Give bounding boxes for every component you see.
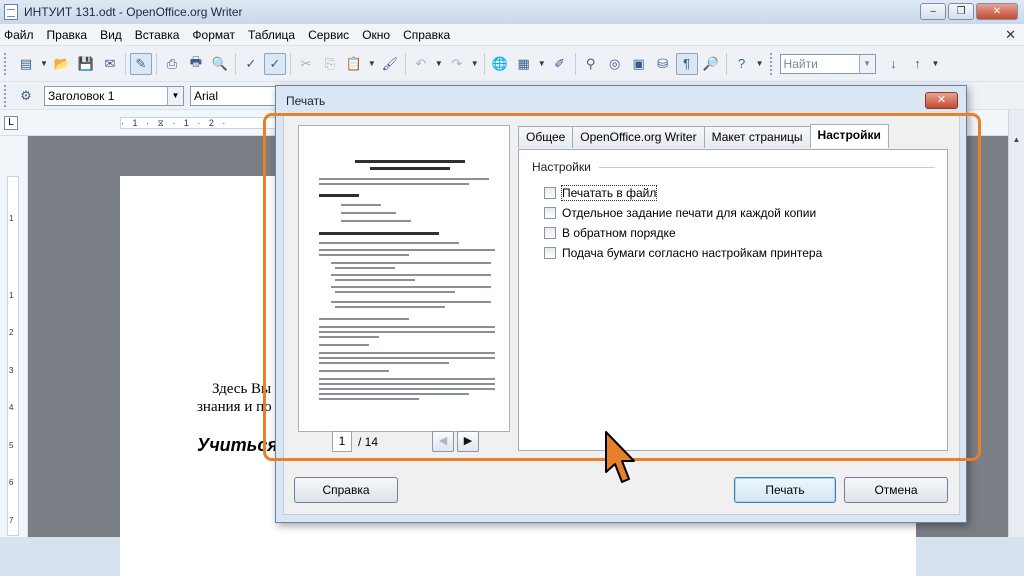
find-previous-icon[interactable]: ↑: [907, 53, 929, 75]
toolbar-separator: [574, 52, 576, 75]
undo-icon[interactable]: ↶: [410, 53, 432, 75]
print-preview-icon[interactable]: 🔍: [209, 53, 231, 75]
menu-edit[interactable]: Правка: [47, 28, 88, 42]
menu-tools[interactable]: Сервис: [308, 28, 349, 42]
chevron-down-icon[interactable]: ▼: [858, 54, 875, 73]
maximize-button[interactable]: ❐: [948, 3, 974, 20]
paste-icon[interactable]: 📋: [343, 53, 365, 75]
menu-insert[interactable]: Вставка: [135, 28, 180, 42]
new-document-icon[interactable]: ▤: [15, 53, 37, 75]
vertical-ruler-number: 1: [9, 291, 14, 300]
toolbar-separator: [483, 52, 485, 75]
tab-settings[interactable]: Настройки: [809, 124, 889, 148]
copy-icon[interactable]: ⎘: [319, 53, 341, 75]
mouse-pointer-icon: [605, 431, 635, 483]
close-button[interactable]: ✕: [976, 3, 1018, 20]
chevron-down-icon[interactable]: ▼: [167, 86, 183, 105]
document-text-line: знания и по: [197, 399, 272, 415]
minimize-button[interactable]: –: [920, 3, 946, 20]
spellcheck-icon[interactable]: ✓: [240, 53, 262, 75]
menu-view[interactable]: Вид: [100, 28, 122, 42]
table-dropdown-arrow[interactable]: ▼: [538, 59, 546, 68]
highlight-frame: [263, 113, 981, 461]
toolbar-separator: [725, 52, 727, 75]
undo-dropdown-arrow[interactable]: ▼: [435, 59, 443, 68]
vertical-scrollbar[interactable]: ▲: [1008, 110, 1024, 537]
toolbar-options-arrow[interactable]: ▼: [756, 59, 764, 68]
paragraph-style-value: Заголовок 1: [48, 88, 115, 103]
new-dropdown-arrow[interactable]: ▼: [40, 59, 48, 68]
zoom-icon[interactable]: 🔎: [700, 53, 722, 75]
vertical-ruler-number: 7: [9, 516, 14, 525]
data-sources-icon[interactable]: ⛁: [652, 53, 674, 75]
find-placeholder: Найти: [783, 56, 818, 71]
toolbar-separator: [234, 52, 236, 75]
dialog-title: Печать: [286, 94, 326, 108]
scroll-up-icon[interactable]: ▲: [1009, 132, 1024, 147]
vertical-ruler: 1 1 2 3 4 5 6 7: [0, 136, 28, 537]
standard-toolbar: ▤ ▼ 📂 💾 ✉ ✎ ⎙ 🖶 🔍 ✓ ✓ ✂ ⎘ 📋 ▼ 🖌 ↶ ▼ ↷ ▼ 🌐 ▦ ▼…: [0, 46, 1024, 82]
save-icon[interactable]: 💾: [75, 53, 97, 75]
tab-type-icon[interactable]: L: [4, 116, 18, 130]
table-icon[interactable]: ▦: [513, 53, 535, 75]
menu-format[interactable]: Формат: [192, 28, 235, 42]
find-next-icon[interactable]: ↓: [883, 53, 905, 75]
font-name-value: Arial: [194, 88, 219, 103]
find-input[interactable]: Найти ▼: [779, 53, 876, 74]
email-icon[interactable]: ✉: [99, 53, 121, 75]
edit-file-icon[interactable]: ✎: [129, 52, 152, 75]
redo-dropdown-arrow[interactable]: ▼: [471, 59, 479, 68]
menu-window[interactable]: Окно: [362, 28, 390, 42]
cancel-button[interactable]: Отмена: [844, 477, 948, 503]
styles-formatting-icon[interactable]: ⚙: [15, 85, 37, 107]
toolbar-grip[interactable]: [4, 52, 10, 75]
toolbar-grip[interactable]: [4, 84, 10, 107]
paragraph-style-select[interactable]: Заголовок 1 ▼: [44, 85, 184, 106]
window-title: ИНТУИТ 131.odt - OpenOffice.org Writer: [24, 5, 243, 19]
toolbar-separator: [124, 52, 126, 75]
navigator-icon[interactable]: ◎: [604, 53, 626, 75]
toolbar-separator: [289, 52, 291, 75]
vertical-ruler-number: 1: [9, 214, 14, 223]
toolbar-grip[interactable]: [769, 52, 776, 75]
vertical-ruler-number: 6: [9, 478, 14, 487]
toolbar-separator: [155, 52, 157, 75]
vertical-ruler-number: 3: [9, 366, 14, 375]
writer-app-icon: [4, 4, 18, 20]
vertical-ruler-number: 4: [9, 403, 14, 412]
format-paintbrush-icon[interactable]: 🖌: [379, 53, 401, 75]
vertical-ruler-number: 5: [9, 441, 14, 450]
horizontal-ruler-scale[interactable]: · 1 · ⧖ · 1 · 2 ·: [120, 117, 280, 129]
redo-icon[interactable]: ↷: [446, 53, 468, 75]
print-button[interactable]: Печать: [734, 477, 836, 503]
document-close-icon[interactable]: ✕: [1005, 27, 1016, 43]
toolbar-separator: [404, 52, 406, 75]
help-icon[interactable]: ?: [731, 53, 753, 75]
gallery-icon[interactable]: ▣: [628, 53, 650, 75]
paste-dropdown-arrow[interactable]: ▼: [368, 59, 376, 68]
cut-icon[interactable]: ✂: [295, 53, 317, 75]
print-icon[interactable]: 🖶: [185, 53, 207, 75]
autospellcheck-icon[interactable]: ✓: [263, 52, 286, 75]
vertical-ruler-number: 2: [9, 328, 14, 337]
find-replace-icon[interactable]: ⚲: [580, 53, 602, 75]
find-toolbar-options-arrow[interactable]: ▼: [932, 59, 940, 68]
export-pdf-icon[interactable]: ⎙: [161, 53, 183, 75]
open-icon[interactable]: 📂: [51, 53, 73, 75]
formatting-marks-icon[interactable]: ¶: [675, 52, 698, 75]
dialog-close-button[interactable]: ✕: [925, 92, 958, 109]
menu-help[interactable]: Справка: [403, 28, 450, 42]
title-bar: ИНТУИТ 131.odt - OpenOffice.org Writer –…: [0, 0, 1024, 24]
menu-bar: Файл Правка Вид Вставка Формат Таблица С…: [0, 24, 1024, 46]
menu-file[interactable]: Файл: [4, 28, 34, 42]
draw-functions-icon[interactable]: ✐: [549, 53, 571, 75]
window-controls: – ❐ ✕: [918, 3, 1018, 20]
hyperlink-icon[interactable]: 🌐: [489, 53, 511, 75]
help-button[interactable]: Справка: [294, 477, 398, 503]
menu-table[interactable]: Таблица: [248, 28, 295, 42]
